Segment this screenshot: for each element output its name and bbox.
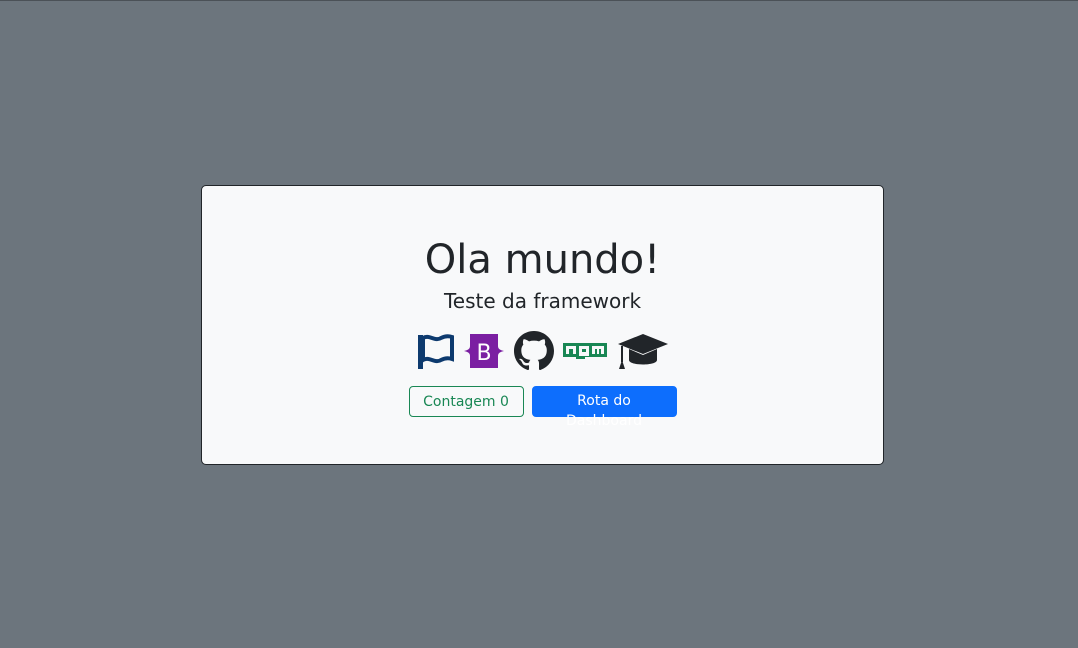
button-row: Contagem 0 Rota do Dashboard (202, 386, 883, 429)
flag-icon (416, 332, 454, 370)
main-card: Ola mundo! Teste da framework B Contagem… (201, 185, 884, 465)
svg-text:B: B (476, 341, 491, 366)
counter-button[interactable]: Contagem 0 (408, 386, 524, 417)
page-title: Ola mundo! (424, 237, 661, 283)
bootstrap-icon: B (462, 332, 506, 370)
npm-icon (562, 342, 608, 360)
graduation-cap-icon (616, 331, 670, 371)
github-icon (513, 331, 554, 371)
page-subtitle: Teste da framework (443, 289, 642, 313)
dashboard-route-button[interactable]: Rota do Dashboard (531, 386, 677, 429)
icon-row: B (202, 331, 883, 371)
